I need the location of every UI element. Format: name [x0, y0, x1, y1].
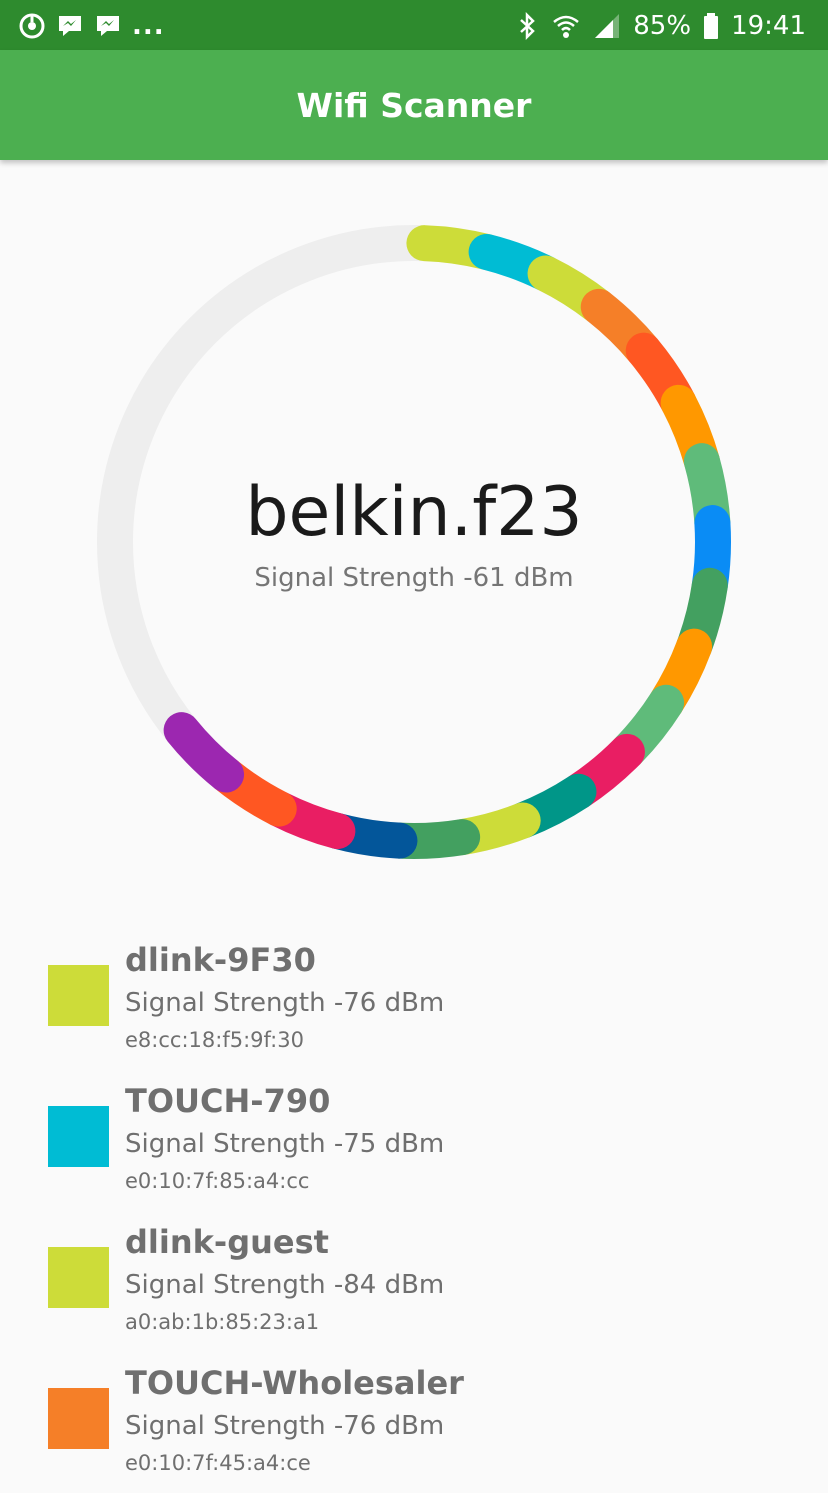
battery-icon — [704, 13, 719, 39]
network-mac: e8:cc:18:f5:9f:30 — [125, 1028, 304, 1052]
network-name: TOUCH-790 — [125, 1082, 331, 1120]
battery-percent: 85% — [633, 11, 692, 41]
cell-signal-icon — [595, 14, 620, 38]
network-color-swatch — [48, 1106, 109, 1167]
system-icons: 85% 19:41 — [517, 10, 806, 42]
network-list-item[interactable]: dlink-guest Signal Strength -84 dBm a0:a… — [0, 1212, 828, 1352]
app-bar: Wifi Scanner — [0, 50, 828, 160]
notification-icons: ... — [18, 10, 165, 42]
messenger-icon — [97, 16, 119, 36]
network-signal: Signal Strength -76 dBm — [125, 1411, 445, 1441]
selected-network-signal: Signal Strength -61 dBm — [254, 563, 574, 593]
clock: 19:41 — [731, 11, 806, 41]
network-color-swatch — [48, 965, 109, 1026]
network-mac: e0:10:7f:85:a4:cc — [125, 1169, 310, 1193]
ring-segment — [163, 712, 245, 793]
network-mac: e0:10:7f:45:a4:ce — [125, 1451, 311, 1475]
network-name: TOUCH-Wholesaler — [125, 1364, 464, 1402]
bluetooth-icon — [520, 12, 536, 40]
signal-ring: belkin.f23 Signal Strength -61 dBm — [0, 160, 828, 920]
wifi-icon — [553, 15, 580, 38]
network-mac: a0:ab:1b:85:23:a1 — [125, 1310, 320, 1334]
network-color-swatch — [48, 1388, 109, 1449]
selected-network-name: belkin.f23 — [245, 473, 583, 552]
network-signal: Signal Strength -76 dBm — [125, 988, 445, 1018]
network-list-item[interactable]: TOUCH-Wholesaler Signal Strength -76 dBm… — [0, 1353, 828, 1493]
network-list-item[interactable]: TOUCH-790 Signal Strength -75 dBm e0:10:… — [0, 1071, 828, 1211]
network-list-item[interactable]: dlink-9F30 Signal Strength -76 dBm e8:cc… — [0, 930, 828, 1070]
status-bar: ... 85% 19:41 — [0, 0, 828, 50]
network-color-swatch — [48, 1247, 109, 1308]
network-signal: Signal Strength -75 dBm — [125, 1129, 445, 1159]
network-signal: Signal Strength -84 dBm — [125, 1270, 445, 1300]
overflow-indicator: ... — [132, 11, 165, 41]
network-name: dlink-9F30 — [125, 941, 316, 979]
messenger-icon — [59, 16, 81, 36]
app-title: Wifi Scanner — [296, 85, 532, 125]
app-icon — [19, 13, 45, 39]
network-name: dlink-guest — [125, 1223, 329, 1261]
